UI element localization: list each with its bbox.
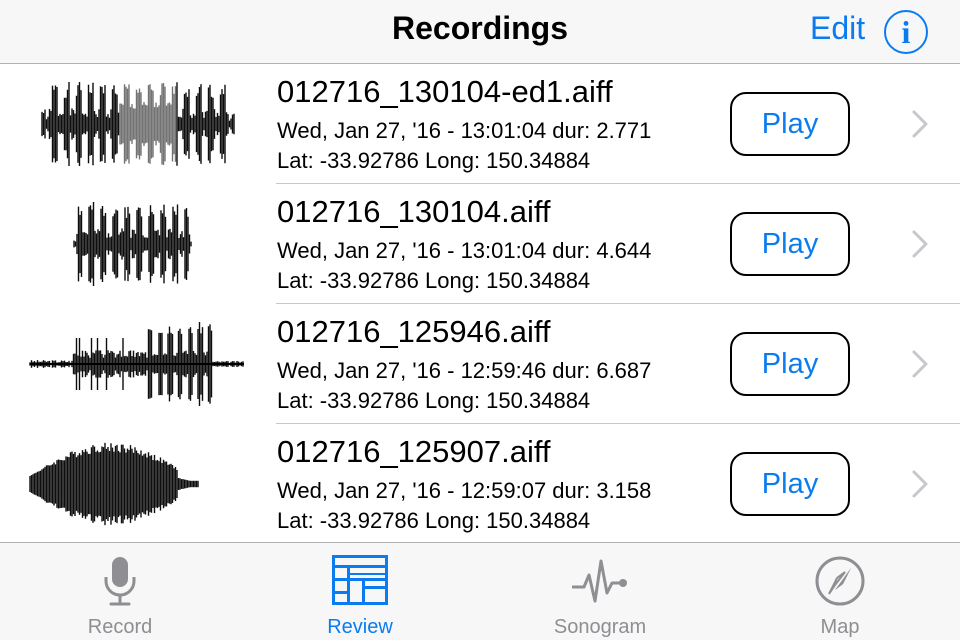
tab-review[interactable]: Review (240, 543, 480, 640)
review-list-icon (332, 555, 388, 605)
recording-datetime-duration: Wed, Jan 27, '16 - 13:01:04 dur: 2.771 (277, 118, 652, 143)
tab-map[interactable]: Map (720, 543, 960, 640)
recording-location: Lat: -33.92786 Long: 150.34884 (277, 268, 591, 293)
recording-row[interactable]: 012716_125946.aiff Wed, Jan 27, '16 - 12… (0, 304, 960, 424)
recording-location: Lat: -33.92786 Long: 150.34884 (277, 508, 591, 533)
recording-filename: 012716_125907.aiff (277, 434, 551, 469)
recordings-list[interactable]: 012716_130104-ed1.aiff Wed, Jan 27, '16 … (0, 64, 960, 542)
play-button[interactable]: Play (730, 332, 850, 396)
tab-label: Map (820, 616, 860, 638)
play-button[interactable]: Play (730, 452, 850, 516)
recording-datetime-duration: Wed, Jan 27, '16 - 13:01:04 dur: 4.644 (277, 238, 652, 263)
recording-filename: 012716_130104-ed1.aiff (277, 74, 613, 109)
waveform-thumbnail (73, 202, 192, 286)
recording-datetime-duration: Wed, Jan 27, '16 - 12:59:46 dur: 6.687 (277, 358, 652, 383)
tab-label: Record (87, 616, 153, 638)
recording-location: Lat: -33.92786 Long: 150.34884 (277, 388, 591, 413)
recording-row[interactable]: 012716_125907.aiff Wed, Jan 27, '16 - 12… (0, 424, 960, 542)
info-icon[interactable]: i (884, 10, 928, 54)
chevron-right-icon[interactable] (910, 348, 930, 380)
compass-icon (815, 556, 865, 606)
chevron-right-icon[interactable] (910, 468, 930, 500)
play-button[interactable]: Play (730, 212, 850, 276)
recording-location: Lat: -33.92786 Long: 150.34884 (277, 148, 591, 173)
tab-bar: Record Review Sonogram Map (0, 542, 960, 640)
chevron-right-icon[interactable] (910, 108, 930, 140)
recording-filename: 012716_125946.aiff (277, 314, 551, 349)
tab-sonogram[interactable]: Sonogram (480, 543, 720, 640)
recording-filename: 012716_130104.aiff (277, 194, 551, 229)
microphone-icon (104, 557, 136, 606)
recording-row[interactable]: 012716_130104-ed1.aiff Wed, Jan 27, '16 … (0, 64, 960, 184)
sonogram-icon (572, 559, 627, 603)
waveform-thumbnail (29, 442, 199, 526)
navigation-bar: Recordings Edit i (0, 0, 960, 64)
tab-label: Review (327, 616, 393, 638)
recording-row[interactable]: 012716_130104.aiff Wed, Jan 27, '16 - 13… (0, 184, 960, 304)
recording-datetime-duration: Wed, Jan 27, '16 - 12:59:07 dur: 3.158 (277, 478, 652, 503)
play-button[interactable]: Play (730, 92, 850, 156)
tab-label: Sonogram (553, 616, 647, 638)
edit-button[interactable]: Edit (810, 10, 865, 47)
chevron-right-icon[interactable] (910, 228, 930, 260)
tab-record[interactable]: Record (0, 543, 240, 640)
waveform-thumbnail (41, 82, 235, 166)
waveform-thumbnail (29, 322, 244, 406)
